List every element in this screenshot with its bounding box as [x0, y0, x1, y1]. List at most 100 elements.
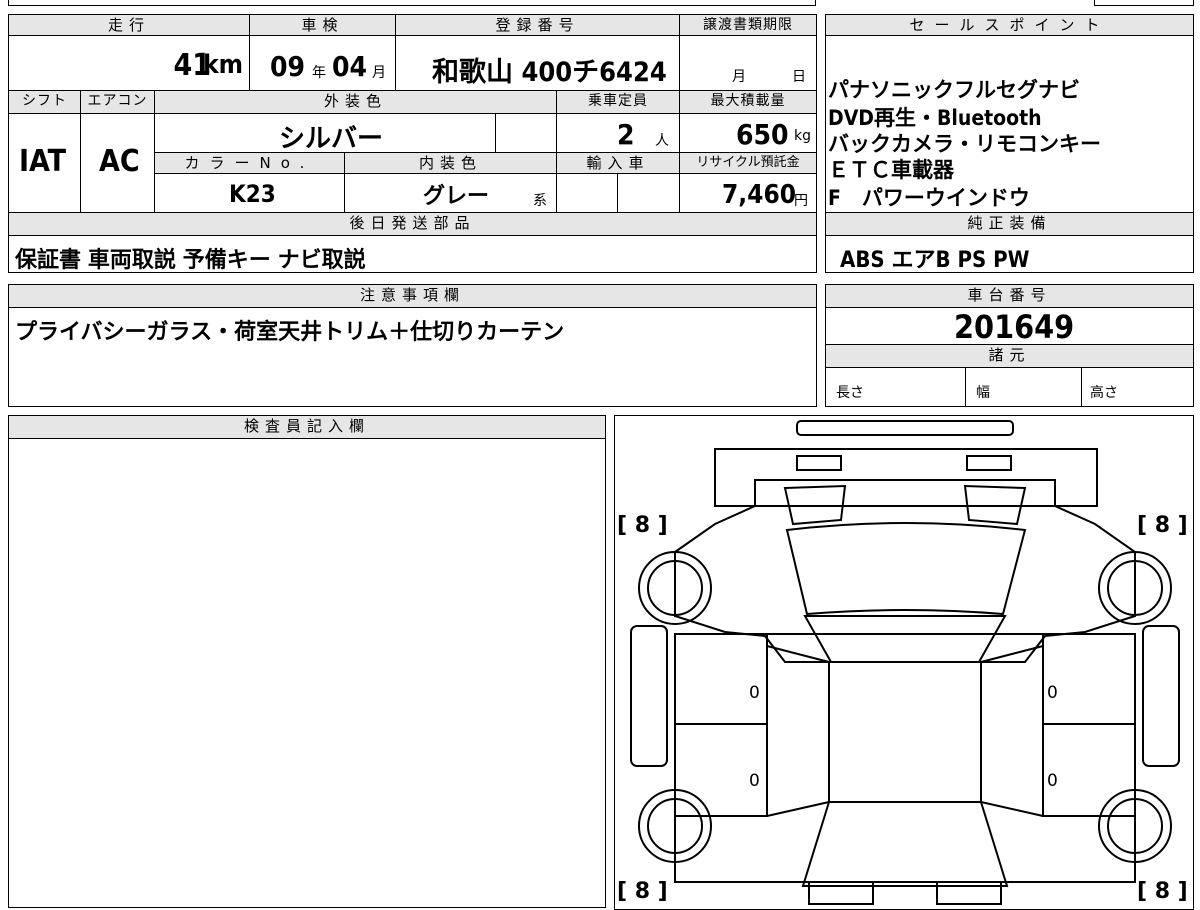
panel-mark: 0 [749, 771, 760, 791]
genuine-equipment-value: ABS エアB PS PW [840, 248, 1030, 273]
import-cell [556, 173, 618, 213]
capacity-unit: 人 [655, 133, 669, 149]
bed-rear-trapezoid [801, 801, 1009, 887]
width-label: 幅 [976, 385, 990, 401]
sales-point-line: パナソニックフルセグナビ [828, 78, 1080, 102]
bed-floor [828, 661, 982, 803]
shift-cell: IAT [8, 113, 81, 213]
shaken-cell: 09 年 04 月 [249, 35, 396, 91]
headlight-right [966, 455, 1012, 471]
tire-tread-front-left: [ 8 ] [617, 513, 668, 538]
genuine-equipment-header: 純正装備 [825, 212, 1194, 236]
headlight-left [796, 455, 842, 471]
shaken-month-unit: 月 [372, 65, 386, 81]
recycle-cell: 7,460 円 [679, 173, 817, 213]
registration-cell: 和歌山 400チ6424 [395, 35, 680, 91]
later-parts-header: 後日発送部品 [8, 212, 817, 236]
interior-color-value: グレー [423, 184, 490, 209]
notes-header: 注意事項欄 [8, 284, 817, 308]
height-cell: 高さ [1081, 367, 1194, 407]
tire-tread-front-right: [ 8 ] [1137, 513, 1188, 538]
left-side-strip [630, 625, 668, 767]
cab-body-outline [674, 505, 1136, 663]
panel-mark: 0 [749, 683, 760, 703]
genuine-equipment-cell: ABS エアB PS PW [825, 235, 1194, 273]
vehicle-diagram: [ 8 ] [ 8 ] [ 8 ] [ 8 ] 0 0 0 0 [614, 415, 1194, 910]
exterior-color-header: 外装色 [154, 90, 557, 114]
sales-point-header: セールスポイント [825, 14, 1194, 36]
interior-color-cell: グレー 系 [344, 173, 557, 213]
capacity-value: 2 [617, 118, 635, 151]
import-header: 輸入車 [556, 152, 680, 174]
shaken-year-unit: 年 [312, 65, 326, 81]
mileage-cell: 41 km [8, 35, 250, 91]
length-label: 長さ [836, 385, 864, 401]
recycle-header: リサイクル預託金 [679, 152, 817, 174]
top-strip [8, 0, 816, 6]
chassis-number-value: 201649 [954, 308, 1075, 346]
capacity-header: 乗車定員 [556, 90, 680, 114]
shift-value: IAT [19, 144, 67, 179]
inspector-area [8, 438, 606, 908]
windshield [785, 522, 1027, 616]
interior-color-header: 内装色 [344, 152, 557, 174]
ac-cell: AC [80, 113, 155, 213]
spec-header: 諸元 [825, 344, 1194, 368]
exterior-color-value: シルバー [279, 124, 384, 154]
max-load-cell: 650 kg [679, 113, 817, 153]
mileage-header: 走行 [8, 14, 250, 36]
color-no-value: K23 [229, 180, 276, 208]
front-bumper-strip [796, 420, 1014, 436]
shaken-header: 車検 [249, 14, 396, 36]
exterior-color-cell: シルバー [154, 113, 496, 154]
truck-top-view-diagram: [ 8 ] [ 8 ] [ 8 ] [ 8 ] 0 0 0 0 [617, 420, 1188, 905]
hood-outline [714, 448, 1098, 507]
registration-header: 登録番号 [395, 14, 680, 36]
width-cell: 幅 [965, 367, 1082, 407]
registration-value: 和歌山 400チ6424 [432, 57, 667, 88]
inspector-header: 検査員記入欄 [8, 415, 606, 439]
ac-value: AC [99, 144, 140, 179]
capacity-cell: 2 人 [556, 113, 680, 153]
shift-header: シフト [8, 90, 81, 114]
chassis-number-cell: 201649 [825, 307, 1194, 346]
notes-cell: プライバシーガラス・荷室天井トリム＋仕切りカーテン [8, 307, 817, 407]
panel-mark: 0 [1047, 683, 1058, 703]
notes-value: プライバシーガラス・荷室天井トリム＋仕切りカーテン [15, 320, 565, 345]
transfer-deadline-header: 譲渡書類期限 [679, 14, 817, 36]
interior-color-suffix: 系 [533, 193, 547, 209]
color-no-cell: K23 [154, 173, 345, 213]
top-strip-right [1094, 0, 1194, 6]
chassis-number-header: 車台番号 [825, 284, 1194, 308]
max-load-header: 最大積載量 [679, 90, 817, 114]
exterior-color-extra-cell [495, 113, 557, 153]
color-no-header: カラーNo. [154, 152, 345, 174]
panel-mark: 0 [1047, 771, 1058, 791]
transfer-deadline-cell: 月 日 [679, 35, 817, 91]
later-parts-cell: 保証書 車両取説 予備キー ナビ取説 [8, 235, 817, 273]
right-side-strip [1142, 625, 1180, 767]
cargo-bed [674, 633, 1136, 883]
mileage-unit: km [203, 50, 243, 80]
sales-point-line: F パワーウインドウ [828, 186, 1030, 210]
import-cell-2 [617, 173, 680, 213]
sales-point-line: ＥＴＣ車載器 [828, 158, 954, 182]
shaken-month: 04 [332, 50, 368, 83]
shaken-year: 09 [270, 50, 306, 83]
right-panel-front [1042, 633, 1136, 725]
transfer-day-unit: 日 [792, 69, 806, 85]
length-cell: 長さ [825, 367, 966, 407]
transfer-month-unit: 月 [732, 69, 746, 85]
tire-tread-rear-left: [ 8 ] [617, 879, 668, 904]
later-parts-value: 保証書 車両取説 予備キー ナビ取説 [15, 248, 366, 273]
tire-tread-rear-right: [ 8 ] [1137, 879, 1188, 904]
left-panel-front [674, 633, 768, 725]
ac-header: エアコン [80, 90, 155, 114]
height-label: 高さ [1090, 385, 1118, 401]
bed-front-trapezoid [803, 615, 1007, 663]
max-load-unit: kg [794, 128, 811, 144]
recycle-value: 7,460 [722, 180, 796, 210]
sales-point-cell: パナソニックフルセグナビ DVD再生・Bluetooth バックカメラ・リモコン… [825, 35, 1194, 213]
recycle-unit: 円 [794, 193, 808, 209]
max-load-value: 650 [736, 118, 789, 151]
